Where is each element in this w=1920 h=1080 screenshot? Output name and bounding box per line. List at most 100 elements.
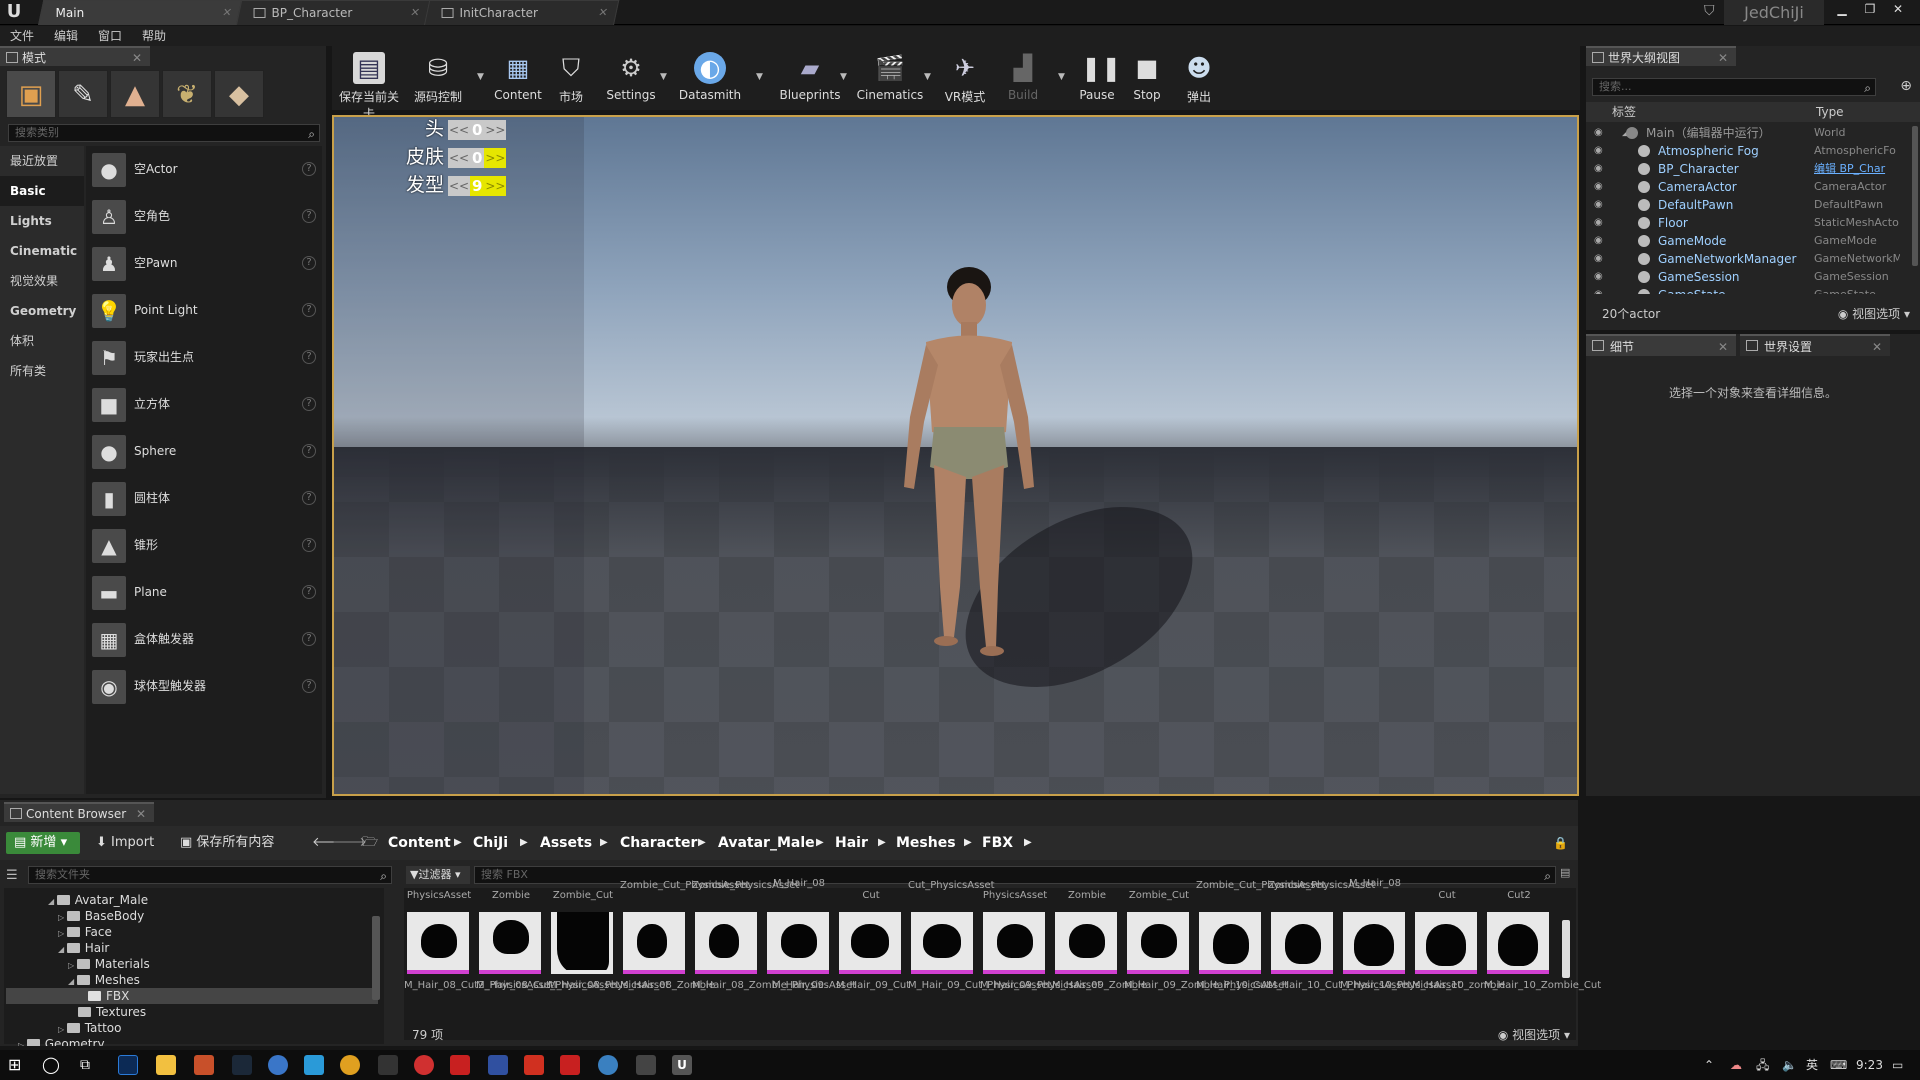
- asset-tile[interactable]: M_Hair_09_Cut_PhysicsAsset: [908, 912, 1051, 992]
- category-search-input[interactable]: 搜索类别 ⌕: [8, 124, 320, 142]
- actor-item[interactable]: ♟ 空Pawn?: [86, 240, 322, 287]
- outliner-row[interactable]: ◉ GameState GameState: [1586, 286, 1912, 294]
- character-model[interactable]: [894, 267, 1044, 667]
- content-browser-tab[interactable]: Content Browser ✕: [4, 802, 154, 822]
- app-icon[interactable]: [194, 1055, 214, 1075]
- tree-folder-tattoo[interactable]: ▷ Tattoo: [58, 1020, 122, 1036]
- breadcrumb-arrow-icon[interactable]: ▶: [520, 832, 528, 854]
- collapse-arrow-icon[interactable]: ▷: [68, 961, 77, 970]
- datasmith-button[interactable]: ◐ Datasmith: [674, 50, 746, 108]
- help-icon[interactable]: ?: [302, 538, 316, 552]
- close-icon[interactable]: ✕: [1872, 336, 1882, 358]
- vr-mode-button[interactable]: ✈ VR模式: [936, 50, 994, 108]
- eye-icon[interactable]: ◉: [1594, 178, 1603, 196]
- close-icon[interactable]: ✕: [136, 804, 146, 824]
- asset-tile[interactable]: M_Hair_08_PhysicsAsset: [548, 912, 669, 992]
- category-all-classes[interactable]: 所有类: [0, 356, 84, 386]
- eye-icon[interactable]: ◉: [1594, 232, 1603, 250]
- cinematics-button[interactable]: 🎬 Cinematics: [852, 50, 928, 108]
- dropdown-arrow-icon[interactable]: ▼: [756, 72, 763, 82]
- source-control-button[interactable]: ⛁ 源码控制: [410, 50, 466, 108]
- category-recent[interactable]: 最近放置: [0, 146, 84, 176]
- asset-tile[interactable]: M_Hair_08_Cut2_PhysicsAsset: [404, 912, 554, 992]
- task-view-icon[interactable]: ⧉: [80, 1055, 100, 1075]
- dropdown-arrow-icon[interactable]: ▼: [660, 72, 667, 82]
- outliner-row[interactable]: ◉ GameSession GameSession: [1586, 268, 1912, 286]
- folder-search-input[interactable]: 搜索文件夹 ⌕: [28, 866, 392, 884]
- actor-item[interactable]: ⚑ 玩家出生点?: [86, 334, 322, 381]
- breadcrumb-assets[interactable]: Assets: [540, 832, 592, 854]
- foliage-mode-icon[interactable]: ❦: [162, 70, 212, 118]
- outliner-row[interactable]: ◉ Atmospheric Fog AtmosphericFo: [1586, 142, 1912, 160]
- tree-folder-textures[interactable]: Textures: [78, 1004, 146, 1020]
- menu-window[interactable]: 窗口: [88, 26, 132, 46]
- pause-button[interactable]: ❚❚ Pause: [1072, 50, 1122, 108]
- breadcrumb-chiji[interactable]: ChiJi: [473, 832, 508, 854]
- app-icon[interactable]: [488, 1055, 508, 1075]
- skin-prev-button[interactable]: <<: [448, 147, 470, 168]
- outliner-row[interactable]: ◉ CameraActor CameraActor: [1586, 178, 1912, 196]
- breadcrumb-arrow-icon[interactable]: ▶: [698, 832, 706, 854]
- geometry-edit-mode-icon[interactable]: ◆: [214, 70, 264, 118]
- dropdown-arrow-icon[interactable]: ▼: [477, 72, 484, 82]
- steam-icon[interactable]: [232, 1055, 252, 1075]
- close-icon[interactable]: ✕: [596, 1, 610, 25]
- actor-item[interactable]: ▬ Plane?: [86, 569, 322, 616]
- paint-mode-icon[interactable]: ✎: [58, 70, 108, 118]
- help-icon[interactable]: ?: [302, 209, 316, 223]
- category-basic[interactable]: Basic: [0, 176, 84, 206]
- actor-item[interactable]: ♙ 空角色?: [86, 193, 322, 240]
- head-next-button[interactable]: >>: [484, 119, 507, 140]
- help-icon[interactable]: ?: [302, 444, 316, 458]
- netease-music-icon[interactable]: [414, 1055, 434, 1075]
- network-icon[interactable]: 🖧: [1756, 1050, 1769, 1080]
- unreal-logo-icon[interactable]: U: [4, 2, 24, 22]
- content-button[interactable]: ▦ Content: [490, 50, 546, 108]
- close-icon[interactable]: ✕: [1718, 48, 1728, 68]
- help-icon[interactable]: ?: [302, 679, 316, 693]
- maximize-icon[interactable]: ❐: [1856, 0, 1884, 20]
- category-volumes[interactable]: 体积: [0, 326, 84, 356]
- asset-tile[interactable]: M_Hair_10_Cut_PhysicsAsset: [1268, 912, 1411, 992]
- expand-arrow-icon[interactable]: ◢: [58, 945, 67, 954]
- minimize-icon[interactable]: ▁: [1828, 0, 1856, 20]
- eye-icon[interactable]: ◉: [1594, 160, 1603, 178]
- app-icon[interactable]: [524, 1055, 544, 1075]
- eye-icon[interactable]: ◉: [1594, 124, 1603, 142]
- category-geometry[interactable]: Geometry: [0, 296, 84, 326]
- close-icon[interactable]: ✕: [1718, 336, 1728, 358]
- tray-arrow-icon[interactable]: ⌃: [1704, 1050, 1714, 1080]
- clock[interactable]: 9:23: [1856, 1050, 1883, 1080]
- breadcrumb-avatar-male[interactable]: Avatar_Male: [718, 832, 815, 854]
- actor-item[interactable]: ▲ 锥形?: [86, 522, 322, 569]
- asset-tile[interactable]: M_Hair_09: [764, 912, 832, 992]
- tree-folder-basebody[interactable]: ▷ BaseBody: [58, 908, 144, 924]
- outliner-row[interactable]: ◉ Floor StaticMeshActo: [1586, 214, 1912, 232]
- asset-tile[interactable]: M_Hair_09_Zombie_PhysicsAsset: [1124, 912, 1288, 992]
- eye-icon[interactable]: ◉: [1594, 196, 1603, 214]
- outliner-row[interactable]: ◉ BP_Character 编辑 BP_Char: [1586, 160, 1912, 178]
- collapse-arrow-icon[interactable]: ▷: [18, 1041, 27, 1046]
- help-icon[interactable]: ?: [302, 491, 316, 505]
- asset-tile[interactable]: M_Hair_08_Cut_PhysicsAsset: [476, 912, 619, 992]
- tree-folder-materials[interactable]: ▷ Materials: [68, 956, 150, 972]
- eye-icon[interactable]: ◉: [1594, 142, 1603, 160]
- breadcrumb-meshes[interactable]: Meshes: [896, 832, 956, 854]
- save-all-button[interactable]: ▣ 保存所有内容: [180, 832, 274, 854]
- eye-icon[interactable]: ◉: [1594, 214, 1603, 232]
- app-icon[interactable]: [636, 1055, 656, 1075]
- help-icon[interactable]: ?: [302, 632, 316, 646]
- filters-button[interactable]: ▼过滤器 ▾: [406, 866, 470, 884]
- app-icon[interactable]: [378, 1055, 398, 1075]
- learn-icon[interactable]: ⛉: [1704, 3, 1724, 21]
- skin-next-button[interactable]: >>: [484, 147, 507, 168]
- actor-item[interactable]: ● Sphere?: [86, 428, 322, 475]
- breadcrumb-fbx[interactable]: FBX: [982, 832, 1013, 854]
- dropdown-arrow-icon[interactable]: ▼: [924, 72, 931, 82]
- column-type[interactable]: Type: [1816, 102, 1844, 122]
- edit-blueprint-link[interactable]: 编辑 BP_Char: [1814, 160, 1900, 178]
- keyboard-icon[interactable]: ⌨: [1830, 1050, 1847, 1080]
- category-visual-effects[interactable]: 视觉效果: [0, 266, 84, 296]
- menu-file[interactable]: 文件: [0, 26, 44, 46]
- collapse-arrow-icon[interactable]: ▷: [58, 929, 67, 938]
